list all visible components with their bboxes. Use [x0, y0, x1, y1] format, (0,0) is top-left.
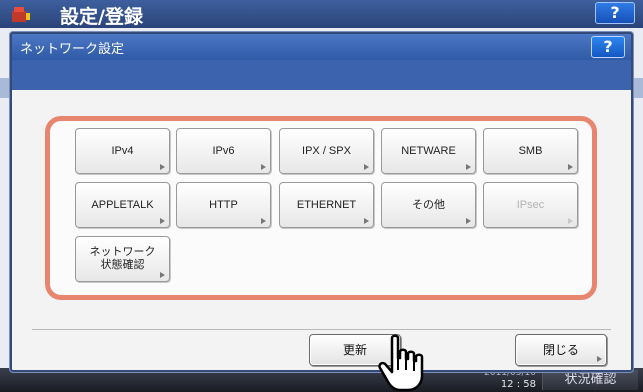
submenu-arrow-icon: [160, 218, 165, 224]
submenu-arrow-icon: [364, 164, 369, 170]
netware-button[interactable]: NETWARE: [381, 128, 476, 174]
ethernet-button[interactable]: ETHERNET: [279, 182, 374, 228]
ipsec-label: IPsec: [516, 198, 545, 211]
submenu-arrow-icon: [568, 218, 573, 224]
dialog-header-band: [12, 60, 631, 90]
ipx-spx-label: IPX / SPX: [302, 144, 351, 157]
app-titlebar: 設定/登録 ?: [0, 0, 643, 28]
submenu-arrow-icon: [261, 164, 266, 170]
ipv4-button[interactable]: IPv4: [75, 128, 170, 174]
ipx-spx-button[interactable]: IPX / SPX: [279, 128, 374, 174]
time-text: 12 : 58: [500, 379, 536, 390]
submenu-arrow-icon: [364, 218, 369, 224]
submenu-arrow-icon: [160, 272, 165, 278]
ipv6-label: IPv6: [212, 144, 235, 157]
submenu-arrow-icon: [568, 164, 573, 170]
dialog-help-button[interactable]: ?: [591, 36, 625, 58]
settings-icon: [12, 7, 30, 22]
appletalk-label: APPLETALK: [91, 198, 154, 211]
pointer-hand-icon: [378, 334, 424, 392]
network-settings-dialog: ネットワーク設定 ? IPv4 IPv6 IPX / SPX NETWARE S…: [10, 32, 633, 372]
appletalk-button[interactable]: APPLETALK: [75, 182, 170, 228]
netware-label: NETWARE: [401, 144, 456, 157]
ethernet-label: ETHERNET: [296, 198, 357, 211]
other-label: その他: [412, 198, 445, 211]
ipv6-button[interactable]: IPv6: [176, 128, 271, 174]
close-button[interactable]: 閉じる: [515, 334, 607, 366]
app-title: 設定/登録: [60, 6, 143, 28]
close-label: 閉じる: [542, 343, 579, 357]
ipsec-button: IPsec: [483, 182, 578, 228]
submenu-arrow-icon: [466, 218, 471, 224]
status-check-button[interactable]: 状況確認: [542, 370, 638, 390]
app-help-button[interactable]: ?: [595, 2, 635, 24]
submenu-arrow-icon: [466, 164, 471, 170]
http-label: HTTP: [209, 198, 238, 211]
smb-button[interactable]: SMB: [483, 128, 578, 174]
divider: [32, 329, 611, 330]
other-button[interactable]: その他: [381, 182, 476, 228]
ipv4-label: IPv4: [111, 144, 134, 157]
network-status-label: ネットワーク 状態確認: [90, 246, 156, 272]
network-status-label-line1: ネットワーク: [89, 246, 156, 258]
dialog-title: ネットワーク設定: [20, 42, 125, 57]
http-button[interactable]: HTTP: [176, 182, 271, 228]
dialog-titlebar: ネットワーク設定 ?: [12, 34, 631, 60]
network-status-button[interactable]: ネットワーク 状態確認: [75, 236, 170, 282]
network-status-label-line2: 状態確認: [100, 259, 145, 271]
submenu-arrow-icon: [261, 218, 266, 224]
submenu-arrow-icon: [597, 356, 602, 362]
refresh-label: 更新: [342, 343, 367, 357]
submenu-arrow-icon: [160, 164, 165, 170]
smb-label: SMB: [518, 144, 543, 157]
